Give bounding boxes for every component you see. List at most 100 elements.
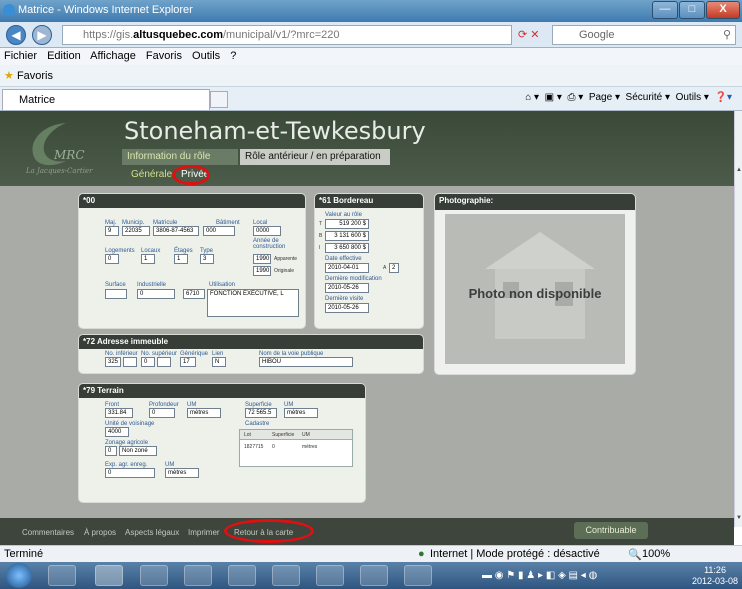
taskbar-red-app-icon[interactable] [404,565,432,586]
photo-placeholder: Photo non disponible [445,214,625,364]
a-field: 2 [389,263,399,273]
address-bar: ◀ ▶ https://gis.altusquebec.com/municipa… [0,22,742,48]
minimize-button[interactable]: — [652,1,678,19]
no-sup-suffix-field [157,357,171,367]
row-t-key: T [319,221,323,227]
refresh-stop-icons[interactable]: ⟳ ✕ [518,28,540,41]
footer-link-aspects-legaux[interactable]: Aspects légaux [125,528,179,537]
locaux-field: 1 [141,254,155,264]
subtab-generale[interactable]: Générale [126,167,177,183]
search-input[interactable]: Google ⚲ [552,25,736,45]
panel-79-title: *79 Terrain [79,384,365,398]
menu-fichier[interactable]: Fichier [4,50,37,62]
star-icon: ★ [4,70,14,82]
clock[interactable]: 11:26 2012-03-08 [692,565,738,587]
menu-outils[interactable]: Outils [192,50,220,62]
type-field: 3 [200,254,214,264]
print-icon[interactable]: ⎙ ▾ [567,92,583,103]
app-footer: Commentaires À propos Aspects légaux Imp… [0,518,734,545]
row-t-value: 519 200 $ [325,219,369,229]
derniere-visite-label: Dernière visite [325,296,364,302]
menu-edition[interactable]: Edition [47,50,81,62]
footer-link-imprimer[interactable]: Imprimer [188,528,220,537]
cadastre-um: mètres [302,444,318,450]
zoom-icon[interactable]: 🔍 [628,548,642,561]
maj-field: 9 [105,226,119,236]
status-bar: Terminé ● Internet | Mode protégé : désa… [0,545,742,562]
contribuable-button[interactable]: Contribuable [574,522,648,539]
no-inf-field: 325 [105,357,121,367]
annee-label: Année de construction [253,238,286,250]
taskbar-folder-icon[interactable] [272,565,300,586]
taskbar-ie-icon[interactable] [95,565,123,586]
panel-61-title: *61 Bordereau [315,194,423,208]
menu-affichage[interactable]: Affichage [90,50,136,62]
a-label: A [383,265,387,271]
tab-role-anterieur[interactable]: Rôle antérieur / en préparation [240,149,390,165]
surface-field [105,289,127,299]
logements-field: 0 [105,254,119,264]
footer-link-commentaires[interactable]: Commentaires [22,528,74,537]
cadastre-table: Lot Superficie UM 1827715 0 mètres [239,429,353,467]
url-field[interactable]: https://gis.altusquebec.com/municipal/v1… [62,25,512,45]
panel-79-terrain: *79 Terrain Front 331.84 Profondeur 0 UM… [78,383,366,503]
browser-tab[interactable]: Matrice [2,89,210,110]
tools-menu[interactable]: Outils ▾ [676,92,709,103]
zone-text[interactable]: Internet | Mode protégé : désactivé [430,548,600,560]
new-tab-button[interactable] [210,91,228,108]
taskbar-app-icon[interactable] [316,565,344,586]
tray-icons[interactable]: ▬ ◉ ⚑ ▮ ♟ ▸ ◧ ◈ ▤ ◂ ◍ [482,570,597,581]
taskbar-explorer-icon[interactable] [48,565,76,586]
url-host: https://gis. [83,29,134,41]
page-menu[interactable]: Page ▾ [589,92,620,103]
forward-button[interactable]: ▶ [32,25,52,45]
taskbar-excel-icon[interactable] [228,565,256,586]
vertical-scrollbar[interactable]: ▲ ▼ [734,111,742,527]
close-button[interactable]: X [706,1,740,19]
taskbar-word-icon[interactable] [140,565,168,586]
taskbar-visio-icon[interactable] [360,565,388,586]
menu-favoris[interactable]: Favoris [146,50,182,62]
url-path: /municipal/v1/?mrc=220 [223,29,340,41]
panel-00: *00 Maj. 9 Municip. 22035 Matricule 3806… [78,193,306,329]
voie-field: HIBOU [259,357,353,367]
row-b-key: B [319,233,323,239]
svg-text:MRC: MRC [53,148,85,162]
back-button[interactable]: ◀ [6,25,26,45]
menu-help[interactable]: ? [230,50,236,62]
um-field: mètres [187,408,221,418]
zoom-level[interactable]: 100% [642,548,670,560]
matricule-field: 3806-87-4563 [153,226,199,236]
scroll-down-icon[interactable]: ▼ [736,515,742,521]
mrc-logo: MRC La Jacques-Cartier [20,117,100,177]
help-icon[interactable]: ❓▾ [715,92,732,103]
feeds-icon[interactable]: ▣ ▾ [545,92,562,103]
batiment-field: 000 [203,226,235,236]
lien-field: N [212,357,226,367]
local-field: 0000 [253,226,281,236]
favorites-button[interactable]: Favoris [17,70,53,82]
cadastre-col-lot: Lot [244,432,251,438]
taskbar: ▬ ◉ ⚑ ▮ ♟ ▸ ◧ ◈ ▤ ◂ ◍ 11:26 2012-03-08 [0,562,742,589]
taskbar-project-icon[interactable] [184,565,212,586]
home-icon[interactable]: ⌂ ▾ [525,92,539,103]
annee-apparente-field: 1990 [253,254,271,264]
clock-date: 2012-03-08 [692,576,739,586]
utilisation-code-field: 6710 [183,289,205,299]
command-bar: ⌂ ▾ ▣ ▾ ⎙ ▾ Page ▾ Sécurité ▾ Outils ▾ ❓… [525,92,732,103]
maximize-button[interactable]: □ [679,1,705,19]
start-button[interactable] [6,563,32,588]
security-menu[interactable]: Sécurité ▾ [626,92,670,103]
window-title: Matrice - Windows Internet Explorer [18,4,193,16]
um2-field: mètres [284,408,318,418]
munic-field: 22035 [122,226,150,236]
tab-information-du-role[interactable]: Information du rôle [122,149,238,165]
search-icon[interactable]: ⚲ [723,28,731,41]
cadastre-superficie: 0 [272,444,275,450]
scroll-up-icon[interactable]: ▲ [736,167,742,173]
footer-link-a-propos[interactable]: À propos [84,528,116,537]
utilisation-label: Utilisation [209,282,236,288]
search-placeholder: Google [579,29,615,41]
front-field: 331.84 [105,408,133,418]
clock-time: 11:26 [704,565,726,575]
